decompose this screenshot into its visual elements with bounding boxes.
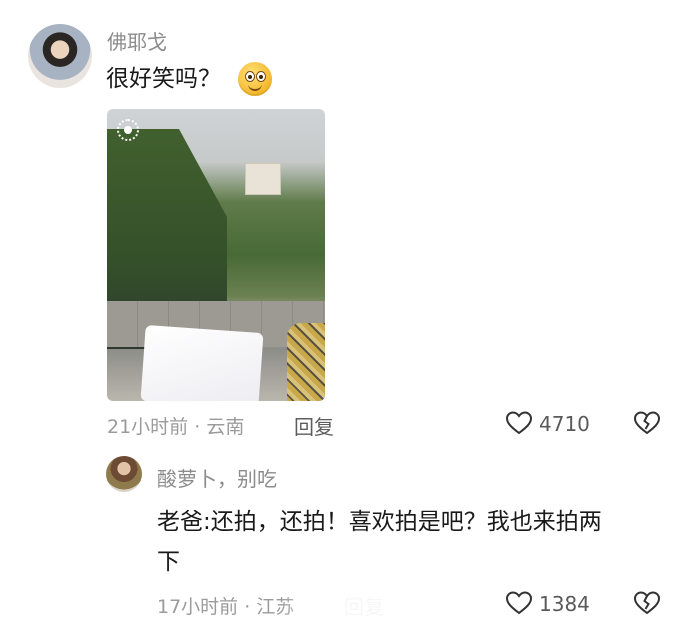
comment-text-line-2: 下: [157, 549, 180, 575]
like-button[interactable]: [505, 590, 533, 616]
meta-separator: ·: [238, 596, 257, 618]
comment-text-line-1: 老爸:还拍，还拍！喜欢拍是吧？我也来拍两: [157, 509, 602, 535]
heart-icon: [505, 411, 533, 435]
dislike-button[interactable]: [633, 410, 661, 436]
like-count: 4710: [539, 412, 590, 436]
like-button[interactable]: [505, 410, 533, 436]
broken-heart-icon: [633, 411, 661, 435]
watermark-fade: [280, 586, 420, 626]
comment-time: 21小时前: [107, 416, 189, 438]
comment-location: 云南: [206, 416, 245, 438]
meta-separator: ·: [188, 416, 207, 438]
live-photo-icon: [117, 119, 139, 141]
video-thumbnail[interactable]: [107, 109, 325, 401]
comment-meta: 17小时前 · 江苏: [157, 592, 294, 619]
comment-time: 17小时前: [157, 596, 239, 618]
comment-text: 很好笑吗？: [106, 66, 221, 92]
like-count: 1384: [539, 592, 590, 616]
grinning-face-emoji-icon: [238, 62, 272, 96]
reply-button[interactable]: 回复: [294, 411, 334, 440]
comment-username[interactable]: 佛耶戈: [107, 26, 167, 55]
heart-icon: [505, 591, 533, 615]
broken-heart-icon: [633, 591, 661, 615]
comment-username[interactable]: 酸萝卜，别吃: [157, 463, 277, 492]
avatar[interactable]: [28, 24, 92, 88]
dislike-button[interactable]: [633, 590, 661, 616]
comment-meta: 21小时前 · 云南: [107, 412, 244, 439]
avatar[interactable]: [106, 456, 142, 492]
